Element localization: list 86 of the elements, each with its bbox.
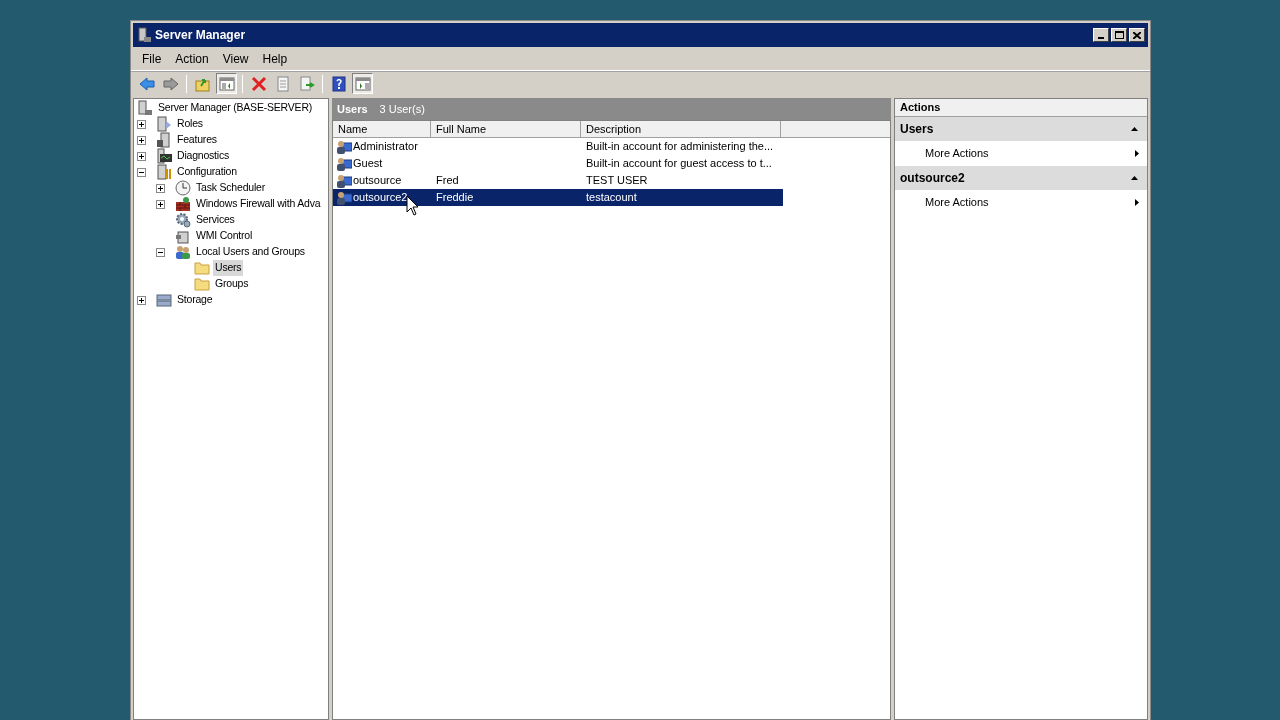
tree-item[interactable]: Groups (213, 276, 251, 292)
server-icon (175, 228, 191, 244)
minimize-icon (1098, 37, 1104, 39)
table-cell: Fred (436, 174, 459, 187)
server-icon (156, 116, 172, 132)
user-icon (336, 172, 352, 189)
mouse-cursor-icon (406, 195, 419, 216)
menu-item[interactable]: View (215, 48, 256, 69)
table-cell-text: Administrator (353, 139, 418, 155)
action-item[interactable]: More Actions (895, 190, 1147, 215)
forward-arrow-icon (162, 75, 179, 92)
collapse-icon[interactable] (137, 167, 146, 177)
table-cell-text: Guest (353, 156, 383, 172)
menu-item[interactable]: Help (255, 48, 295, 69)
expand-icon[interactable] (137, 135, 146, 145)
table-cell: TEST USER (586, 174, 648, 187)
table-cell: Built-in account for guest access to t... (586, 157, 772, 170)
tree-item[interactable]: Roles (175, 116, 205, 132)
user-icon (336, 189, 352, 206)
table-cell-text: outsource2 (353, 190, 408, 206)
tree-item[interactable]: Server Manager (BASE-SERVER) (156, 100, 315, 116)
monitor-icon (156, 148, 172, 164)
console-tree-icon (218, 75, 235, 92)
user-row[interactable]: Administrator Built-in account for administering the... (333, 138, 783, 155)
gear-icon (175, 212, 191, 228)
folder-icon (194, 276, 210, 292)
tree-item[interactable]: Diagnostics (175, 148, 232, 164)
delete-icon (250, 75, 267, 92)
table-cell: Freddie (436, 191, 474, 204)
tree-item[interactable]: WMI Control (194, 228, 255, 244)
minimize-button[interactable] (1093, 28, 1109, 42)
tree-item[interactable]: Storage (175, 292, 215, 308)
properties-icon (274, 75, 291, 92)
expand-icon[interactable] (137, 295, 146, 305)
server-icon (156, 132, 172, 148)
user-count: 3 User(s) (379, 101, 425, 117)
tree-item[interactable]: Windows Firewall with Adva (194, 196, 323, 212)
submenu-arrow-icon (1135, 199, 1139, 206)
users-icon (175, 244, 191, 260)
submenu-arrow-icon (1135, 150, 1139, 157)
brick-wall-icon (175, 196, 191, 212)
list-title: Users (337, 101, 368, 117)
table-cell: Built-in account for administering the... (586, 140, 774, 153)
close-icon (1133, 31, 1141, 39)
user-row[interactable]: Guest Built-in account for guest access to t... (333, 155, 783, 172)
table-cell-text: outsource (353, 173, 402, 189)
server-icon (136, 27, 152, 43)
close-button[interactable] (1129, 28, 1145, 42)
server-icon (156, 164, 172, 180)
action-section-header[interactable]: outsource2 (895, 166, 1147, 190)
table-cell: testacount (586, 191, 637, 204)
expand-icon[interactable] (137, 151, 146, 161)
help-icon (330, 75, 347, 92)
export-list-icon (298, 75, 315, 92)
action-pane-button[interactable] (352, 73, 373, 94)
column-header[interactable]: Full Name (431, 121, 581, 138)
console-tree-button[interactable] (216, 73, 237, 94)
action-section-header[interactable]: Users (895, 117, 1147, 141)
clock-icon (175, 180, 191, 196)
menu-item[interactable]: File (135, 48, 169, 69)
actions-title: Actions (895, 99, 1147, 117)
expand-icon[interactable] (156, 183, 165, 193)
maximize-button[interactable] (1111, 28, 1127, 42)
expand-icon[interactable] (137, 119, 146, 129)
tree-item[interactable]: Configuration (175, 164, 239, 180)
column-header[interactable]: Name (333, 121, 431, 138)
user-row[interactable]: outsource2 Freddie testacount (333, 189, 783, 206)
tree-item[interactable]: Features (175, 132, 219, 148)
action-pane-icon (354, 75, 371, 92)
window-title: Server Manager (155, 27, 246, 44)
user-row[interactable]: outsource Fred TEST USER (333, 172, 783, 189)
collapse-icon[interactable] (156, 247, 165, 257)
action-item[interactable]: More Actions (895, 141, 1147, 166)
user-icon (336, 138, 352, 155)
user-icon (336, 155, 352, 172)
maximize-icon (1114, 31, 1124, 39)
tree-item[interactable]: Local Users and Groups (194, 244, 307, 260)
tree-item[interactable]: Task Scheduler (194, 180, 267, 196)
storage-icon (156, 292, 172, 308)
back-arrow-icon (138, 75, 155, 92)
folder-icon (194, 260, 210, 276)
tree-item[interactable]: Users (213, 260, 244, 276)
menu-item[interactable]: Action (168, 48, 216, 69)
column-header[interactable]: Description (581, 121, 781, 138)
expand-icon[interactable] (156, 199, 165, 209)
tree-item[interactable]: Services (194, 212, 237, 228)
